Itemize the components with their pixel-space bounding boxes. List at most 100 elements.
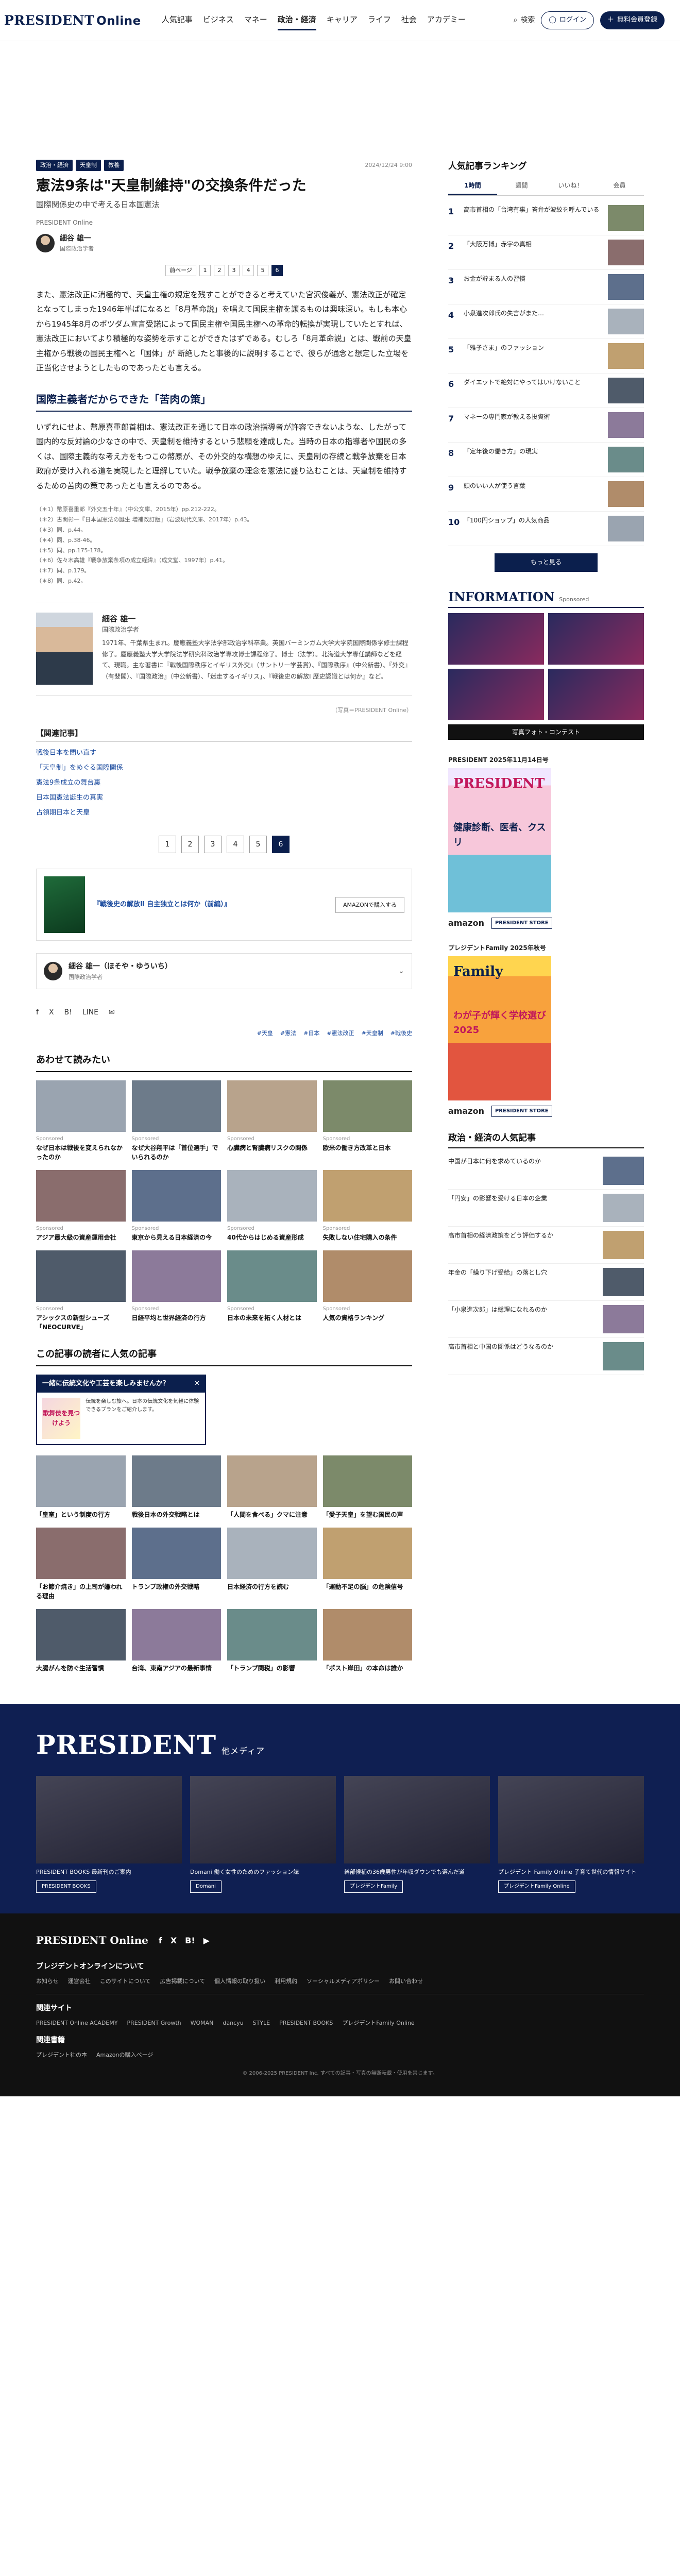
president-store-link[interactable]: PRESIDENT STORE	[491, 1105, 552, 1117]
info-wide-banner[interactable]: 写真フォト・コンテスト	[448, 724, 644, 740]
popup-image[interactable]: 歌舞伎を見つけよう	[42, 1397, 81, 1439]
ranking-thumbnail[interactable]	[608, 309, 644, 335]
ranking-tab[interactable]: 1時間	[448, 178, 497, 196]
ranking-item[interactable]: 10 「100円ショップ」の人気商品	[448, 512, 644, 547]
keyword-tag[interactable]: #戦後史	[390, 1029, 412, 1038]
magazine-cover[interactable]: PRESIDENT 健康診断、医者、クスリ	[448, 768, 551, 913]
ranking-item[interactable]: 2 「大阪万博」赤字の真相	[448, 235, 644, 270]
media-image[interactable]	[36, 1775, 182, 1863]
ranking-thumbnail[interactable]	[608, 447, 644, 473]
media-image[interactable]	[344, 1775, 490, 1863]
article-thumbnail[interactable]	[36, 1527, 126, 1579]
ranking-thumbnail[interactable]	[608, 481, 644, 507]
amazon-button[interactable]: AMAZONで購入する	[335, 896, 404, 913]
author-name[interactable]: 細谷 雄一	[102, 613, 412, 625]
ranking-thumbnail[interactable]	[608, 378, 644, 404]
article-card[interactable]: Sponsored 欧米の働き方改革と日本	[322, 1080, 412, 1162]
article-thumbnail[interactable]	[131, 1250, 221, 1302]
footer-link[interactable]: PRESIDENT Online ACADEMY	[36, 2019, 117, 2028]
article-card-title[interactable]: 日経平均と世界経済の行方	[132, 1313, 222, 1323]
article-card[interactable]: Sponsored アジア最大級の資産運用会社	[36, 1170, 126, 1242]
x-share-icon[interactable]: X	[49, 1007, 54, 1018]
nav-item[interactable]: ビジネス	[203, 10, 234, 30]
close-icon[interactable]: ✕	[194, 1379, 200, 1389]
article-card-title[interactable]: 台湾、東南アジアの最新事情	[132, 1664, 222, 1673]
article-card-title[interactable]: なぜ大谷翔平は「首位選手」でいられるのか	[132, 1143, 222, 1162]
prev-page-button[interactable]: 前ページ	[165, 264, 196, 276]
footer-link[interactable]: 広告掲載について	[160, 1977, 205, 1986]
article-tag[interactable]: 政治・経済	[36, 160, 73, 171]
hatena-share-icon[interactable]: B!	[64, 1007, 72, 1018]
article-card[interactable]: Sponsored アシックスの新型シューズ「NEOCURVE」	[36, 1250, 126, 1332]
article-card[interactable]: 「トランプ関税」の影響	[227, 1608, 317, 1673]
ranking-item-title[interactable]: 頭のいい人が使う言葉	[464, 481, 603, 491]
article-tag[interactable]: 天皇制	[76, 160, 101, 171]
article-card-title[interactable]: トランプ政権の外交戦略	[132, 1582, 222, 1591]
ranking-thumbnail[interactable]	[608, 412, 644, 438]
page-number[interactable]: 6	[272, 836, 290, 854]
article-card[interactable]: トランプ政権の外交戦略	[131, 1527, 222, 1601]
related-link[interactable]: 戦後日本を問い直す	[36, 746, 412, 761]
politics-thumbnail[interactable]	[603, 1267, 644, 1296]
footer-logo[interactable]: PRESIDENT Online	[36, 1932, 148, 1948]
nav-item[interactable]: ライフ	[368, 10, 391, 30]
keyword-tag[interactable]: #憲法	[280, 1029, 296, 1038]
article-card-title[interactable]: 人気の資格ランキング	[323, 1313, 413, 1323]
article-thumbnail[interactable]	[131, 1170, 221, 1222]
keyword-tag[interactable]: #憲法改正	[327, 1029, 354, 1038]
keyword-tag[interactable]: #日本	[303, 1029, 319, 1038]
nav-item[interactable]: 政治・経済	[277, 10, 316, 30]
page-number[interactable]: 3	[204, 836, 222, 854]
politics-thumbnail[interactable]	[603, 1193, 644, 1222]
page-number[interactable]: 2	[181, 836, 199, 854]
media-button[interactable]: Domani	[190, 1880, 222, 1893]
politics-item-title[interactable]: 「小泉進次郎」は総理になれるのか	[448, 1305, 598, 1333]
politics-item[interactable]: 高市首相と中国の関係はどうなるのか	[448, 1338, 644, 1375]
politics-item-title[interactable]: 「円安」の影響を受ける日本の企業	[448, 1194, 598, 1222]
ranking-tab[interactable]: いいね！	[546, 178, 595, 195]
ranking-thumbnail[interactable]	[608, 343, 644, 369]
ranking-item-title[interactable]: ダイエットで絶対にやってはいけないこと	[464, 378, 603, 387]
info-banner[interactable]	[448, 668, 544, 720]
article-card-title[interactable]: 失敗しない住宅購入の条件	[323, 1233, 413, 1242]
article-card[interactable]: 大腸がんを防ぐ生活習慣	[36, 1608, 126, 1673]
author-byline[interactable]: 細谷 雄一 国際政治学者	[36, 233, 412, 253]
footer-link[interactable]: STYLE	[253, 2019, 270, 2028]
ranking-item-title[interactable]: マネーの専門家が教える投資術	[464, 412, 603, 422]
nav-item[interactable]: 社会	[401, 10, 417, 30]
article-thumbnail[interactable]	[322, 1455, 412, 1507]
article-card-title[interactable]: 「愛子天皇」を望む国民の声	[323, 1510, 413, 1519]
register-button[interactable]: ＋無料会員登録	[600, 11, 665, 29]
ranking-item[interactable]: 7 マネーの専門家が教える投資術	[448, 408, 644, 443]
article-thumbnail[interactable]	[131, 1455, 221, 1507]
article-card[interactable]: 「お節介焼き」の上司が嫌われる理由	[36, 1527, 126, 1601]
article-tag[interactable]: 教養	[104, 160, 124, 171]
article-card-title[interactable]: なぜ日本は戦後を変えられなかったのか	[36, 1143, 126, 1162]
article-card[interactable]: Sponsored 心臓病と腎臓病リスクの関係	[227, 1080, 317, 1162]
keyword-tag[interactable]: #天皇制	[362, 1029, 383, 1038]
article-card[interactable]: 「皇室」という制度の行方	[36, 1455, 126, 1519]
article-card[interactable]: Sponsored 失敗しない住宅購入の条件	[322, 1170, 413, 1242]
related-link[interactable]: 占領期日本と天皇	[36, 806, 412, 821]
politics-item[interactable]: 高市首相の経済政策をどう評価するか	[448, 1227, 644, 1264]
ranking-item[interactable]: 1 高市首相の「台湾有事」答弁が波紋を呼んでいる	[448, 201, 644, 236]
article-thumbnail[interactable]	[36, 1608, 126, 1660]
page-number[interactable]: 5	[249, 836, 267, 854]
article-card-title[interactable]: 大腸がんを防ぐ生活習慣	[36, 1664, 126, 1673]
footer-link[interactable]: ソーシャルメディアポリシー	[307, 1977, 380, 1986]
login-button[interactable]: ◯ ログイン	[541, 11, 594, 29]
article-thumbnail[interactable]	[36, 1250, 126, 1302]
ranking-tab[interactable]: 会員	[595, 178, 644, 195]
article-card[interactable]: 日本経済の行方を読む	[227, 1527, 317, 1601]
media-card[interactable]: Domani 働く女性のためのファッション誌 Domani	[190, 1775, 336, 1893]
politics-item-title[interactable]: 年金の「繰り下げ受給」の落とし穴	[448, 1268, 598, 1296]
article-card-title[interactable]: 東京から見える日本経済の今	[132, 1233, 222, 1242]
facebook-icon[interactable]: f	[159, 1934, 162, 1947]
article-card[interactable]: 戦後日本の外交戦略とは	[131, 1455, 221, 1519]
article-card-title[interactable]: 「ポスト岸田」の本命は誰か	[323, 1664, 413, 1673]
nav-item[interactable]: 人気記事	[162, 10, 193, 30]
footer-link[interactable]: プレジデント社の本	[36, 2050, 87, 2060]
page-number[interactable]: 4	[227, 836, 244, 854]
politics-thumbnail[interactable]	[603, 1230, 644, 1259]
ranking-item[interactable]: 3 お金が貯まる人の習慣	[448, 270, 644, 305]
